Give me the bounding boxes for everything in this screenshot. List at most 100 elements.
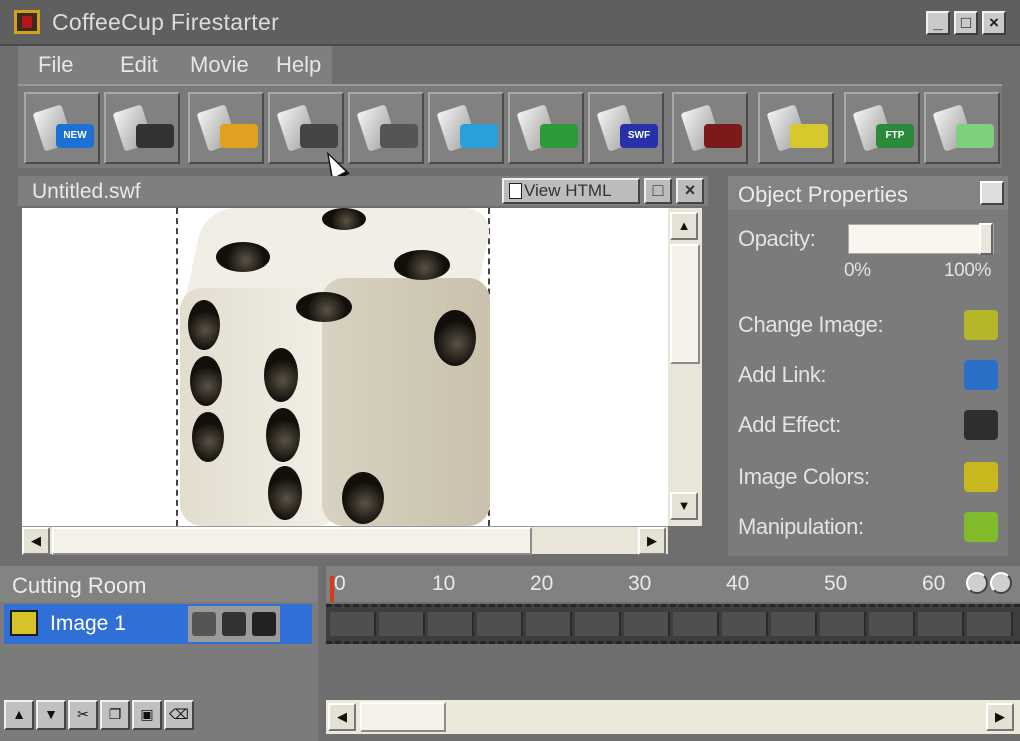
toolbar-add-sound-button[interactable] xyxy=(348,92,424,164)
paste-button[interactable]: ▣ xyxy=(132,700,162,730)
close-button[interactable]: × xyxy=(982,11,1006,35)
frame-cell[interactable] xyxy=(526,612,572,636)
toolbar-magic-button[interactable] xyxy=(672,92,748,164)
dice-pip xyxy=(342,472,384,524)
dice-image[interactable] xyxy=(172,208,502,526)
toolbar-badge xyxy=(220,124,258,148)
frame-cell[interactable] xyxy=(477,612,523,636)
opacity-label: Opacity: xyxy=(738,226,816,251)
dice-pip xyxy=(192,412,224,462)
frame-cell[interactable] xyxy=(624,612,670,636)
frame-cell[interactable] xyxy=(967,612,1013,636)
cutting-room-tools: ▲ ▼ ✂ ❐ ▣ ⌫ xyxy=(4,700,204,734)
frame-cell[interactable] xyxy=(379,612,425,636)
toolbar-export-swf-button[interactable]: SWF xyxy=(588,92,664,164)
property-label: Change Image: xyxy=(738,312,884,337)
delete-button[interactable]: ⌫ xyxy=(164,700,194,730)
timeline-tick-label: 60 xyxy=(922,572,946,595)
timeline-frame-strip[interactable] xyxy=(326,604,1020,644)
stage-vertical-scrollbar[interactable]: ▲ ▼ xyxy=(668,208,702,526)
timeline-ruler[interactable]: 0 10 20 30 40 50 60 xyxy=(326,566,1020,602)
magic-hat-small-icon[interactable] xyxy=(964,410,998,440)
stage-horizontal-scrollbar[interactable]: ◀ ▶ xyxy=(22,526,668,555)
frame-cell[interactable] xyxy=(428,612,474,636)
manipulate-icon[interactable] xyxy=(964,512,998,542)
toolbar-badge xyxy=(956,124,994,148)
zoom-out-icon[interactable] xyxy=(966,572,988,594)
scroll-left-button[interactable]: ◀ xyxy=(22,527,50,555)
document-title: Untitled.swf xyxy=(32,180,141,203)
layer-visibility-icon[interactable] xyxy=(252,612,276,636)
timeline-scroll-right-button[interactable]: ▶ xyxy=(986,703,1014,731)
scroll-up-button[interactable]: ▲ xyxy=(670,212,698,240)
toolbar-badge: SWF xyxy=(620,124,658,148)
timeline-tick-label: 30 xyxy=(628,572,652,595)
move-up-button[interactable]: ▲ xyxy=(4,700,34,730)
frame-cell[interactable] xyxy=(771,612,817,636)
opacity-slider-knob[interactable] xyxy=(979,223,993,255)
globe-link-icon[interactable] xyxy=(964,360,998,390)
layer-film-icon[interactable] xyxy=(222,612,246,636)
cutting-room-panel: Cutting Room Image 1 ▲ ▼ ✂ ❐ ▣ ⌫ xyxy=(0,566,318,741)
frame-cell[interactable] xyxy=(820,612,866,636)
vertical-scroll-thumb[interactable] xyxy=(670,244,700,364)
copy-button[interactable]: ❐ xyxy=(100,700,130,730)
toolbar-add-text-button[interactable] xyxy=(188,92,264,164)
timeline-scroll-thumb[interactable] xyxy=(360,702,446,732)
panel-pin-icon[interactable] xyxy=(980,181,1004,205)
cutting-room-header: Cutting Room xyxy=(0,566,318,602)
dice-pip xyxy=(322,208,366,230)
scroll-right-button[interactable]: ▶ xyxy=(638,527,666,555)
stage-canvas[interactable] xyxy=(22,208,668,526)
maximize-button[interactable]: □ xyxy=(954,11,978,35)
toolbar-ftp-button[interactable]: FTP xyxy=(844,92,920,164)
view-html-button[interactable]: View HTML xyxy=(502,178,640,204)
minimize-button[interactable]: _ xyxy=(926,11,950,35)
title-bar: CoffeeCup Firestarter _ □ × xyxy=(0,0,1020,46)
opacity-slider[interactable] xyxy=(848,223,994,255)
menu-movie[interactable]: Movie xyxy=(190,52,249,78)
document-restore-button[interactable]: □ xyxy=(644,178,672,204)
document-header: Untitled.swf View HTML □ × xyxy=(18,176,708,206)
toolbar-add-link-button[interactable] xyxy=(428,92,504,164)
layer-effect-icon[interactable] xyxy=(192,612,216,636)
opacity-min-label: 0% xyxy=(844,260,871,281)
toolbar-trash-button[interactable] xyxy=(758,92,834,164)
move-down-button[interactable]: ▼ xyxy=(36,700,66,730)
cut-button[interactable]: ✂ xyxy=(68,700,98,730)
frame-cell[interactable] xyxy=(869,612,915,636)
zoom-in-icon[interactable] xyxy=(990,572,1012,594)
layer-controls xyxy=(188,606,280,642)
horizontal-scroll-thumb[interactable] xyxy=(52,527,532,555)
property-label: Manipulation: xyxy=(738,514,864,539)
timeline-scrollbar[interactable]: ◀ ▶ xyxy=(326,700,1020,734)
toolbar: NEW SWF FTP xyxy=(18,84,1002,168)
document-close-button[interactable]: × xyxy=(676,178,704,204)
menu-file[interactable]: File xyxy=(38,52,73,78)
toolbar-save-button[interactable] xyxy=(104,92,180,164)
frame-cell[interactable] xyxy=(918,612,964,636)
toolbar-badge xyxy=(790,124,828,148)
frame-cell[interactable] xyxy=(722,612,768,636)
toolbar-badge: FTP xyxy=(876,124,914,148)
dice-pip xyxy=(264,348,298,402)
timeline-tick-label: 0 xyxy=(334,572,346,595)
layer-row-image-1[interactable]: Image 1 xyxy=(4,604,312,644)
app-logo-icon xyxy=(14,10,40,34)
toolbar-preview-button[interactable] xyxy=(924,92,1000,164)
dice-pip xyxy=(434,310,476,366)
timeline-panel: 0 10 20 30 40 50 60 ◀ ▶ xyxy=(326,566,1020,741)
toolbar-new-button[interactable]: NEW xyxy=(24,92,100,164)
property-label: Add Effect: xyxy=(738,412,841,437)
color-bars-icon[interactable] xyxy=(964,462,998,492)
dice-pip xyxy=(190,356,222,406)
menu-help[interactable]: Help xyxy=(276,52,321,78)
scroll-down-button[interactable]: ▼ xyxy=(670,492,698,520)
frame-cell[interactable] xyxy=(673,612,719,636)
menu-edit[interactable]: Edit xyxy=(120,52,158,78)
folder-open-icon[interactable] xyxy=(964,310,998,340)
timeline-scroll-left-button[interactable]: ◀ xyxy=(328,703,356,731)
frame-cell[interactable] xyxy=(330,612,376,636)
toolbar-effects-button[interactable] xyxy=(508,92,584,164)
frame-cell[interactable] xyxy=(575,612,621,636)
